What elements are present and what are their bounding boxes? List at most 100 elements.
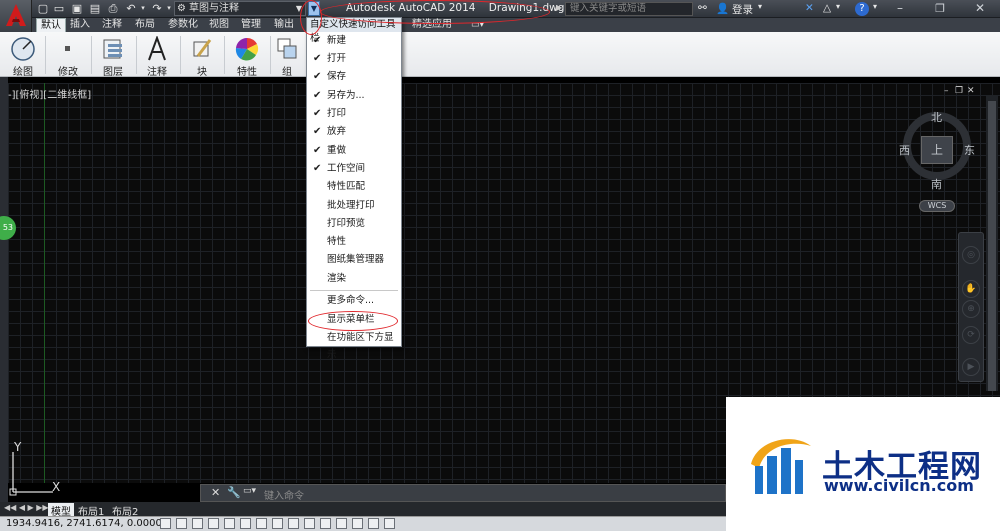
annotation-panel-button[interactable]: 注释 bbox=[134, 34, 180, 78]
search-expand-icon[interactable]: ▶ bbox=[556, 3, 562, 12]
save-as-icon[interactable]: ▤ bbox=[88, 2, 102, 15]
restore-icon[interactable]: ❐ bbox=[920, 1, 960, 17]
snap-mode-icon[interactable] bbox=[176, 518, 187, 529]
transparency-icon[interactable] bbox=[336, 518, 347, 529]
tab-layout[interactable]: 布局 bbox=[131, 18, 159, 32]
draw-panel-button[interactable]: 绘图 bbox=[0, 34, 46, 78]
object-snap-icon[interactable] bbox=[240, 518, 251, 529]
zoom-icon[interactable]: ⊕ bbox=[962, 300, 980, 318]
object-snap-tracking-icon[interactable] bbox=[272, 518, 283, 529]
lineweight-icon[interactable] bbox=[320, 518, 331, 529]
quick-properties-icon[interactable] bbox=[352, 518, 363, 529]
open-file-icon[interactable]: ▭ bbox=[52, 2, 66, 15]
menu-item-plot-preview[interactable]: 打印预览 bbox=[307, 215, 401, 233]
checkmark-icon: ✔ bbox=[313, 71, 322, 82]
menu-item-redo[interactable]: ✔ 重做 bbox=[307, 142, 401, 160]
menu-item-save-as[interactable]: ✔ 另存为... bbox=[307, 87, 401, 105]
search-input[interactable]: 键入关键字或短语 bbox=[565, 2, 693, 16]
new-file-icon[interactable]: ▢ bbox=[36, 2, 50, 15]
help-icon[interactable]: ? bbox=[855, 2, 869, 16]
menu-item-undo[interactable]: ✔ 放弃 bbox=[307, 123, 401, 141]
tab-manage[interactable]: 管理 bbox=[237, 18, 265, 32]
menu-item-show-below-ribbon[interactable]: 在功能区下方显示 bbox=[307, 329, 401, 361]
menu-item-match-properties[interactable]: 特性匹配 bbox=[307, 178, 401, 196]
command-input[interactable]: 键入命令 bbox=[264, 487, 304, 502]
menu-item-save[interactable]: ✔ 保存 bbox=[307, 68, 401, 86]
steering-wheel-icon[interactable]: ◎ bbox=[962, 246, 980, 264]
help-dropdown-icon[interactable]: ▾ bbox=[873, 2, 877, 11]
print-icon[interactable]: ⎙ bbox=[106, 2, 120, 15]
3d-object-snap-icon[interactable] bbox=[256, 518, 267, 529]
modify-panel-button[interactable]: 修改 bbox=[45, 34, 91, 78]
login-dropdown-icon[interactable]: ▾ bbox=[758, 2, 762, 11]
viewcube-top-face[interactable]: 上 bbox=[921, 136, 953, 164]
dynamic-ucs-icon[interactable] bbox=[288, 518, 299, 529]
user-icon[interactable]: 👤 bbox=[716, 2, 729, 15]
tab-parametric[interactable]: 参数化 bbox=[164, 18, 202, 32]
menu-item-render[interactable]: 渲染 bbox=[307, 270, 401, 288]
menu-item-properties[interactable]: 特性 bbox=[307, 233, 401, 251]
properties-label: 特性 bbox=[237, 67, 257, 78]
compass-north[interactable]: 北 bbox=[931, 109, 942, 125]
exchange-icon[interactable]: ✕ bbox=[805, 2, 814, 14]
grid-display-icon[interactable] bbox=[192, 518, 203, 529]
dynamic-input-icon[interactable] bbox=[304, 518, 315, 529]
orbit-icon[interactable]: ⟳ bbox=[962, 326, 980, 344]
block-panel-button[interactable]: 块 bbox=[179, 34, 225, 78]
infer-constraints-icon[interactable] bbox=[160, 518, 171, 529]
tab-output[interactable]: 输出 bbox=[270, 18, 298, 32]
viewport-restore-icon[interactable]: ❐ bbox=[955, 86, 963, 96]
coordinates-readout[interactable]: 1934.9416, 2741.6174, 0.0000 bbox=[6, 518, 162, 529]
vertical-scrollbar[interactable] bbox=[986, 95, 998, 391]
close-icon[interactable]: ✕ bbox=[960, 1, 1000, 17]
viewport-close-icon[interactable]: ✕ bbox=[967, 86, 975, 96]
autodesk-360-icon[interactable]: △ bbox=[823, 2, 831, 14]
compass-west[interactable]: 西 bbox=[899, 142, 910, 158]
workspace-dropdown[interactable]: ⚙ 草图与注释 ▼ bbox=[174, 1, 306, 16]
menu-item-label: 另存为... bbox=[327, 90, 365, 101]
menu-item-plot[interactable]: ✔ 打印 bbox=[307, 105, 401, 123]
properties-panel-button[interactable]: 特性 bbox=[224, 34, 270, 78]
polar-tracking-icon[interactable] bbox=[224, 518, 235, 529]
annotation-monitor-icon[interactable] bbox=[384, 518, 395, 529]
block-icon bbox=[193, 39, 212, 57]
viewport-controls-label[interactable]: -][俯视][二维线框] bbox=[8, 86, 91, 101]
wcs-menu[interactable]: WCS bbox=[919, 200, 955, 212]
menu-item-new[interactable]: ✔ 新建 bbox=[307, 32, 401, 50]
menu-item-label: 工作空间 bbox=[327, 163, 366, 174]
command-close-icon[interactable]: ✕ bbox=[211, 486, 220, 499]
command-settings-icon[interactable]: 🔧 bbox=[227, 486, 241, 499]
command-recent-icon[interactable]: ▭▾ bbox=[243, 486, 256, 496]
selection-cycling-icon[interactable] bbox=[368, 518, 379, 529]
layers-panel-button[interactable]: 图层 bbox=[90, 34, 136, 78]
scrollbar-thumb[interactable] bbox=[988, 101, 996, 391]
checkmark-icon: ✔ bbox=[313, 90, 322, 101]
tab-view[interactable]: 视图 bbox=[205, 18, 233, 32]
undo-dropdown-icon[interactable]: ▾ bbox=[136, 2, 150, 15]
viewport-minimize-icon[interactable]: – bbox=[944, 86, 949, 96]
compass-south[interactable]: 南 bbox=[931, 176, 942, 192]
login-button[interactable]: 登录 bbox=[732, 2, 753, 17]
menu-item-more-commands[interactable]: 更多命令... bbox=[307, 292, 401, 310]
menu-item-sheet-set-manager[interactable]: 图纸集管理器 bbox=[307, 251, 401, 269]
menu-item-open[interactable]: ✔ 打开 bbox=[307, 50, 401, 68]
group-panel-button[interactable]: 组 bbox=[268, 34, 306, 78]
a360-dropdown-icon[interactable]: ▾ bbox=[836, 2, 840, 11]
layers-icon bbox=[103, 39, 122, 59]
layout-nav-arrows-icon[interactable]: ◀◀ ◀ ▶ ▶▶ bbox=[4, 503, 49, 512]
tab-annotate[interactable]: 注释 bbox=[98, 18, 126, 32]
pan-icon[interactable]: ✋ bbox=[962, 280, 980, 298]
compass-east[interactable]: 东 bbox=[964, 142, 975, 158]
minimize-icon[interactable]: – bbox=[880, 1, 920, 17]
left-edge-strip bbox=[0, 77, 8, 531]
menu-item-workspace[interactable]: ✔ 工作空间 bbox=[307, 160, 401, 178]
ortho-mode-icon[interactable] bbox=[208, 518, 219, 529]
tab-default[interactable]: 默认 bbox=[36, 18, 66, 32]
application-menu-button[interactable] bbox=[0, 0, 32, 32]
showmotion-icon[interactable]: ▶ bbox=[962, 358, 980, 376]
tab-insert[interactable]: 插入 bbox=[66, 18, 94, 32]
save-icon[interactable]: ▣ bbox=[70, 2, 84, 15]
modify-icon bbox=[65, 46, 70, 51]
menu-item-batch-plot[interactable]: 批处理打印 bbox=[307, 197, 401, 215]
binoculars-icon[interactable]: ⚯ bbox=[698, 2, 707, 14]
